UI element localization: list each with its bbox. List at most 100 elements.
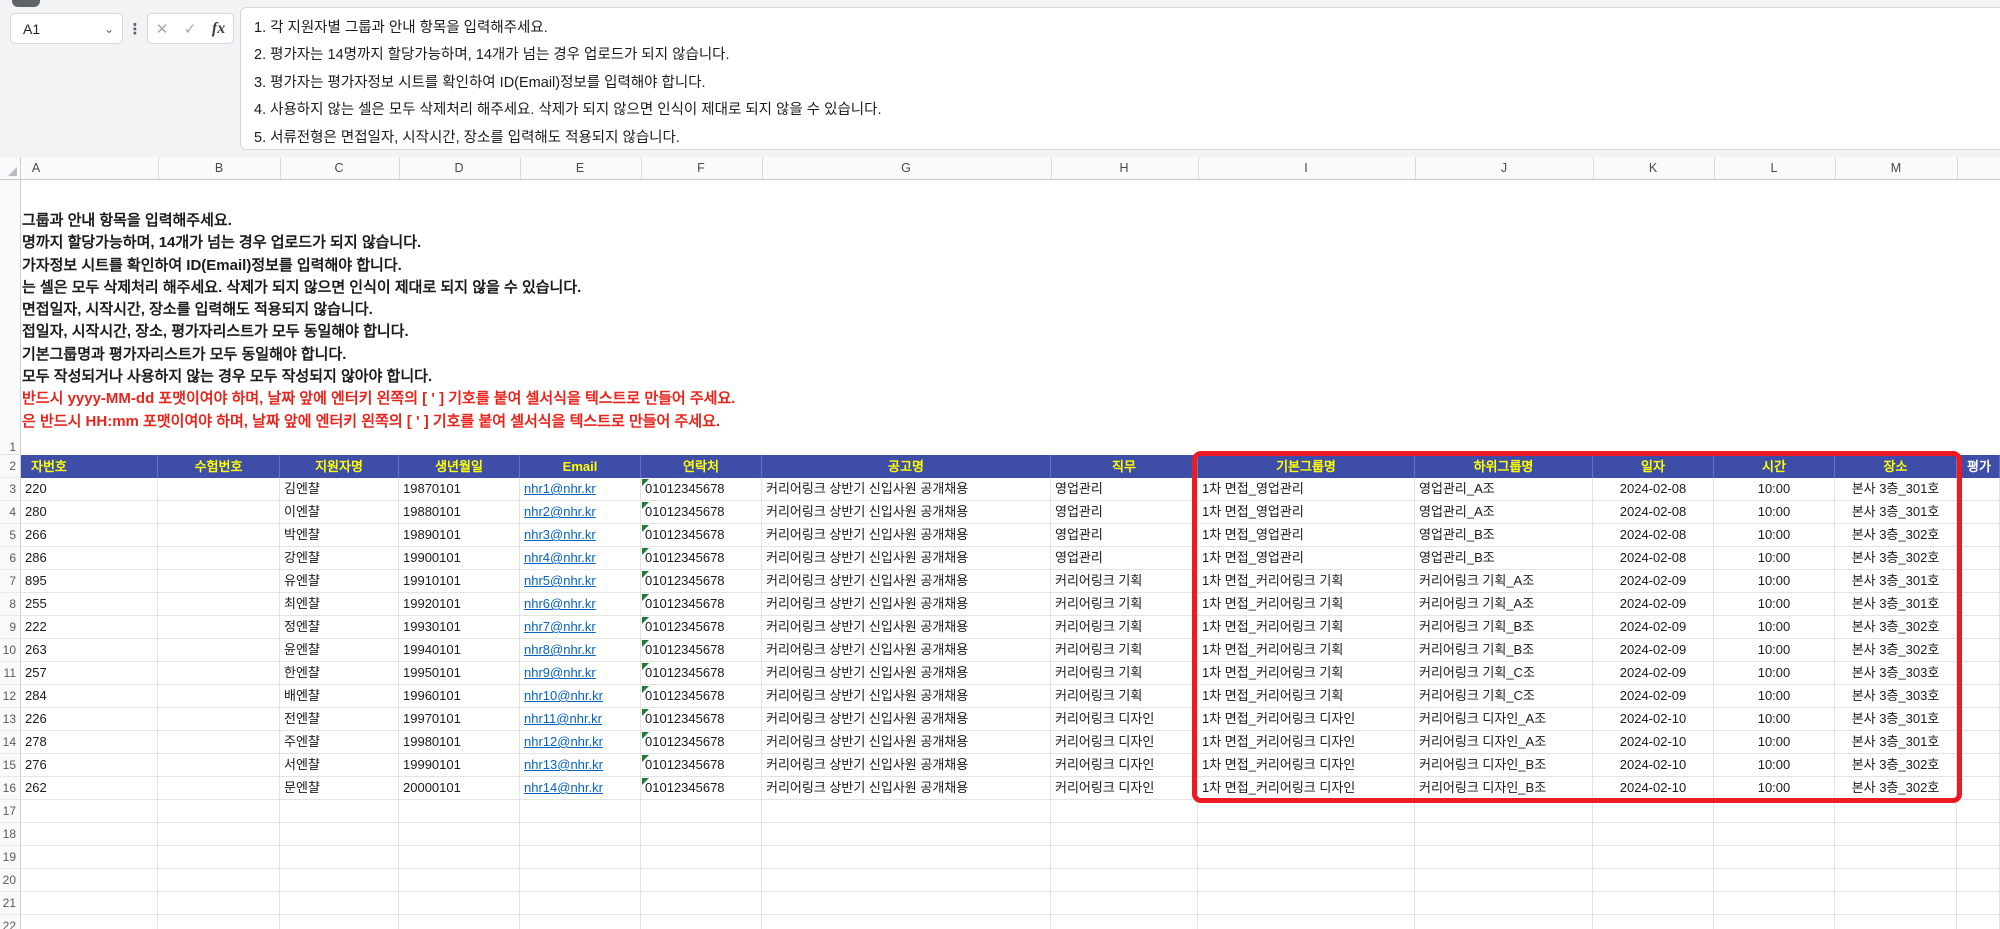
cell-k8[interactable]: 2024-02-09: [1593, 593, 1714, 616]
row-header-10[interactable]: 10: [0, 639, 21, 662]
column-header-b[interactable]: B: [189, 157, 249, 179]
cell-c14[interactable]: 주엔챨: [280, 731, 399, 754]
column-divider[interactable]: [1714, 157, 1715, 179]
cell-l6[interactable]: 10:00: [1714, 547, 1835, 570]
empty-cell[interactable]: [1198, 915, 1415, 929]
column-header-m[interactable]: M: [1866, 157, 1926, 179]
empty-cell[interactable]: [280, 915, 399, 929]
cell-m13[interactable]: 본사 3층_301호: [1835, 708, 1957, 731]
empty-cell[interactable]: [1415, 846, 1593, 869]
email-link[interactable]: nhr13@nhr.kr: [524, 757, 603, 772]
cell-j13[interactable]: 커리어링크 디자인_A조: [1415, 708, 1593, 731]
cell-e15[interactable]: nhr13@nhr.kr: [520, 754, 641, 777]
cell-i3[interactable]: 1차 면접_영업관리: [1198, 478, 1415, 501]
cell-b12[interactable]: [158, 685, 280, 708]
cell-g12[interactable]: 커리어링크 상반기 신입사원 공개채용: [762, 685, 1051, 708]
cell-a15[interactable]: 276: [21, 754, 158, 777]
empty-cell[interactable]: [1593, 892, 1714, 915]
column-divider[interactable]: [158, 157, 159, 179]
email-link[interactable]: nhr5@nhr.kr: [524, 573, 596, 588]
cell-c8[interactable]: 최엔챨: [280, 593, 399, 616]
empty-cell[interactable]: [280, 846, 399, 869]
email-link[interactable]: nhr11@nhr.kr: [524, 711, 602, 726]
cell-k14[interactable]: 2024-02-10: [1593, 731, 1714, 754]
cell-n13[interactable]: [1957, 708, 2000, 731]
cell-e4[interactable]: nhr2@nhr.kr: [520, 501, 641, 524]
cell-k16[interactable]: 2024-02-10: [1593, 777, 1714, 800]
cell-b4[interactable]: [158, 501, 280, 524]
cell-d5[interactable]: 19890101: [399, 524, 520, 547]
header-cell-f[interactable]: 연락처: [641, 455, 762, 478]
cell-i12[interactable]: 1차 면접_커리어링크 기획: [1198, 685, 1415, 708]
cell-f5[interactable]: 01012345678: [641, 524, 762, 547]
cell-b14[interactable]: [158, 731, 280, 754]
cell-d7[interactable]: 19910101: [399, 570, 520, 593]
cell-d13[interactable]: 19970101: [399, 708, 520, 731]
cell-d9[interactable]: 19930101: [399, 616, 520, 639]
empty-cell[interactable]: [158, 869, 280, 892]
cell-i6[interactable]: 1차 면접_영업관리: [1198, 547, 1415, 570]
row-header-15[interactable]: 15: [0, 754, 21, 777]
empty-cell[interactable]: [1415, 800, 1593, 823]
empty-cell[interactable]: [1051, 846, 1198, 869]
cell-a10[interactable]: 263: [21, 639, 158, 662]
row-header-3[interactable]: 3: [0, 478, 21, 501]
cell-c9[interactable]: 정엔챨: [280, 616, 399, 639]
cell-i15[interactable]: 1차 면접_커리어링크 디자인: [1198, 754, 1415, 777]
cell-e7[interactable]: nhr5@nhr.kr: [520, 570, 641, 593]
cell-a3[interactable]: 220: [21, 478, 158, 501]
email-link[interactable]: nhr12@nhr.kr: [524, 734, 603, 749]
cell-d6[interactable]: 19900101: [399, 547, 520, 570]
cell-g9[interactable]: 커리어링크 상반기 신입사원 공개채용: [762, 616, 1051, 639]
cell-j12[interactable]: 커리어링크 기획_C조: [1415, 685, 1593, 708]
row-header-20[interactable]: 20: [0, 869, 21, 892]
empty-cell[interactable]: [158, 800, 280, 823]
cell-n16[interactable]: [1957, 777, 2000, 800]
empty-cell[interactable]: [1198, 823, 1415, 846]
cell-k12[interactable]: 2024-02-09: [1593, 685, 1714, 708]
header-cell-m[interactable]: 장소: [1835, 455, 1957, 478]
empty-cell[interactable]: [1198, 846, 1415, 869]
row-header-4[interactable]: 4: [0, 501, 21, 524]
cell-l8[interactable]: 10:00: [1714, 593, 1835, 616]
empty-cell[interactable]: [399, 800, 520, 823]
cell-g8[interactable]: 커리어링크 상반기 신입사원 공개채용: [762, 593, 1051, 616]
empty-cell[interactable]: [1714, 869, 1835, 892]
empty-cell[interactable]: [520, 846, 641, 869]
header-cell-d[interactable]: 생년월일: [399, 455, 520, 478]
cell-i7[interactable]: 1차 면접_커리어링크 기획: [1198, 570, 1415, 593]
cell-i9[interactable]: 1차 면접_커리어링크 기획: [1198, 616, 1415, 639]
column-divider[interactable]: [280, 157, 281, 179]
cell-j10[interactable]: 커리어링크 기획_B조: [1415, 639, 1593, 662]
cell-a1-instructions[interactable]: 그룹과 안내 항목을 입력해주세요. 명까지 할당가능하며, 14개가 넘는 경우…: [22, 210, 1982, 433]
row-header-2[interactable]: 2: [0, 455, 21, 478]
empty-cell[interactable]: [1198, 892, 1415, 915]
empty-cell[interactable]: [1051, 823, 1198, 846]
row-header-5[interactable]: 5: [0, 524, 21, 547]
cell-m16[interactable]: 본사 3층_302호: [1835, 777, 1957, 800]
cell-k9[interactable]: 2024-02-09: [1593, 616, 1714, 639]
cell-e8[interactable]: nhr6@nhr.kr: [520, 593, 641, 616]
cell-l5[interactable]: 10:00: [1714, 524, 1835, 547]
header-cell-b[interactable]: 수험번호: [158, 455, 280, 478]
cell-m11[interactable]: 본사 3층_303호: [1835, 662, 1957, 685]
cell-h11[interactable]: 커리어링크 기획: [1051, 662, 1198, 685]
empty-cell[interactable]: [762, 846, 1051, 869]
cell-c13[interactable]: 전엔챨: [280, 708, 399, 731]
cell-h15[interactable]: 커리어링크 디자인: [1051, 754, 1198, 777]
empty-cell[interactable]: [1415, 915, 1593, 929]
cell-i5[interactable]: 1차 면접_영업관리: [1198, 524, 1415, 547]
insert-function-icon[interactable]: fx: [212, 20, 225, 38]
empty-cell[interactable]: [641, 869, 762, 892]
column-divider[interactable]: [1051, 157, 1052, 179]
email-link[interactable]: nhr14@nhr.kr: [524, 780, 603, 795]
header-cell-k[interactable]: 일자: [1593, 455, 1714, 478]
cell-b7[interactable]: [158, 570, 280, 593]
cell-m15[interactable]: 본사 3층_302호: [1835, 754, 1957, 777]
header-cell-n[interactable]: 평가: [1957, 455, 2000, 478]
cell-k5[interactable]: 2024-02-08: [1593, 524, 1714, 547]
cell-d8[interactable]: 19920101: [399, 593, 520, 616]
header-cell-i[interactable]: 기본그룹명: [1198, 455, 1415, 478]
cell-j3[interactable]: 영업관리_A조: [1415, 478, 1593, 501]
cell-e9[interactable]: nhr7@nhr.kr: [520, 616, 641, 639]
